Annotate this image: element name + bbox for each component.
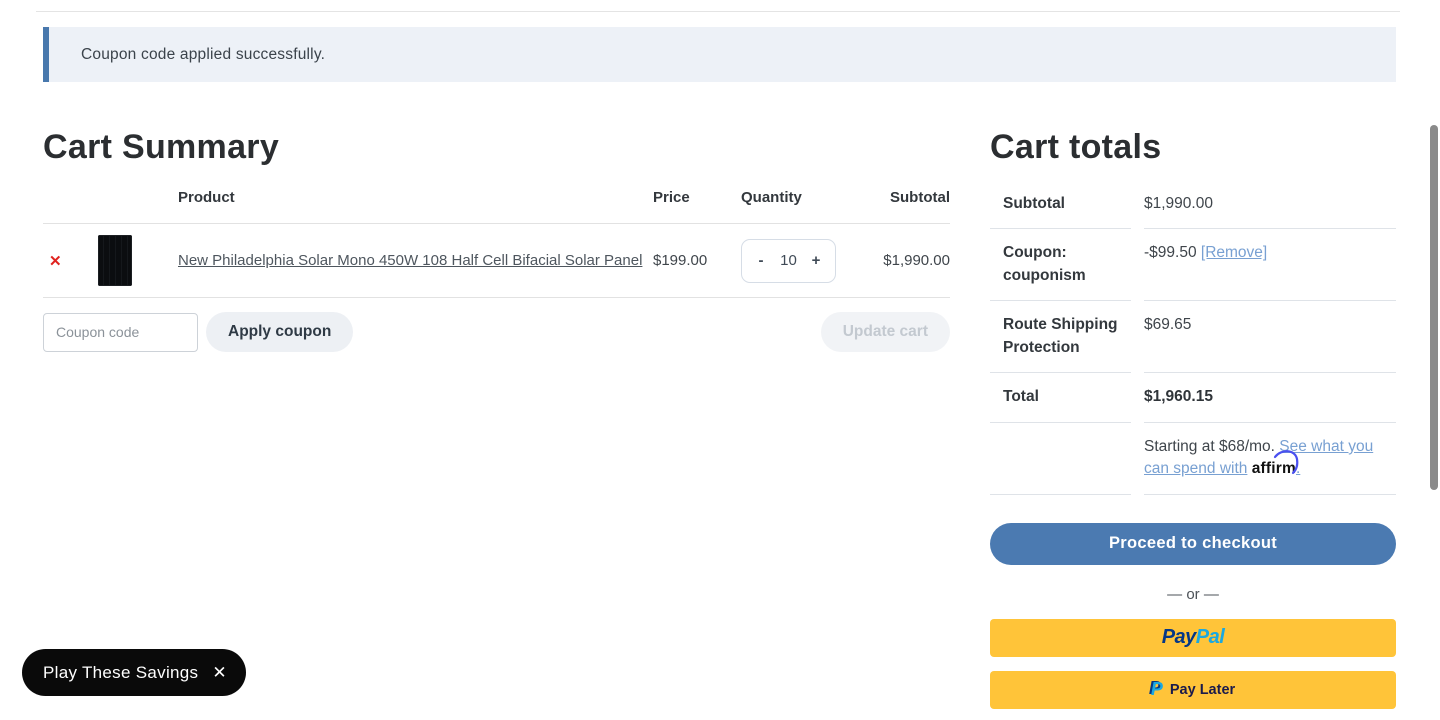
affirm-prefix: Starting at $68/mo. xyxy=(1144,438,1279,455)
shipping-row: Route Shipping Protection $69.65 xyxy=(990,301,1396,373)
quantity-increase-button[interactable]: + xyxy=(809,252,823,269)
cart-totals-table: Subtotal $1,990.00 Coupon: couponism -$9… xyxy=(990,180,1396,495)
affirm-message: Starting at $68/mo. See what you can spe… xyxy=(1144,423,1396,495)
coupon-label: Coupon: couponism xyxy=(990,229,1131,301)
coupon-success-banner: Coupon code applied successfully. xyxy=(43,27,1396,82)
cart-totals-section: Cart totals Subtotal $1,990.00 Coupon: c… xyxy=(990,82,1396,709)
subtotal-row: Subtotal $1,990.00 xyxy=(990,180,1396,229)
col-thumb-header xyxy=(98,173,178,224)
cart-totals-title: Cart totals xyxy=(990,128,1396,167)
item-subtotal: $1,990.00 xyxy=(863,224,950,298)
banner-message: Coupon code applied successfully. xyxy=(81,46,325,64)
savings-pill-label: Play These Savings xyxy=(43,663,198,683)
proceed-to-checkout-button[interactable]: Proceed to checkout xyxy=(990,523,1396,565)
paypal-pay-later-button[interactable]: P Pay Later xyxy=(990,671,1396,709)
paypal-logo: PayPal xyxy=(1162,626,1225,649)
update-cart-button[interactable]: Update cart xyxy=(821,312,950,352)
remove-item-icon[interactable]: ✕ xyxy=(43,250,68,272)
play-these-savings-pill[interactable]: Play These Savings ✕ xyxy=(22,649,246,696)
table-header-row: Product Price Quantity Subtotal xyxy=(43,173,950,224)
total-label: Total xyxy=(990,373,1131,422)
subtotal-value: $1,990.00 xyxy=(1144,180,1396,229)
coupon-row: Coupon: couponism -$99.50 [Remove] xyxy=(990,229,1396,301)
vertical-scrollbar[interactable] xyxy=(1430,125,1438,490)
col-quantity-header: Quantity xyxy=(741,173,863,224)
total-row: Total $1,960.15 xyxy=(990,373,1396,422)
close-icon[interactable]: ✕ xyxy=(212,663,226,683)
product-link[interactable]: New Philadelphia Solar Mono 450W 108 Hal… xyxy=(178,250,642,272)
affirm-arc-icon xyxy=(1273,449,1303,475)
subtotal-label: Subtotal xyxy=(990,180,1131,229)
cart-summary-section: Cart Summary Product Price Quantity Subt… xyxy=(43,82,950,709)
affirm-row: Starting at $68/mo. See what you can spe… xyxy=(990,423,1396,495)
coupon-discount: -$99.50 xyxy=(1144,244,1197,261)
pay-later-label: Pay Later xyxy=(1170,682,1235,698)
quantity-stepper: - + xyxy=(741,239,836,283)
paypal-button[interactable]: PayPal xyxy=(990,619,1396,657)
col-remove-header xyxy=(43,173,98,224)
quantity-input[interactable] xyxy=(772,252,806,269)
total-value: $1,960.15 xyxy=(1144,373,1396,422)
shipping-label: Route Shipping Protection xyxy=(990,301,1131,373)
or-separator: — or — xyxy=(990,586,1396,603)
coupon-code-input[interactable] xyxy=(43,313,198,352)
product-thumbnail[interactable] xyxy=(98,235,132,286)
remove-coupon-link[interactable]: [Remove] xyxy=(1201,244,1267,261)
cart-item-row: ✕ New Philadelphia Solar Mono 450W 108 H… xyxy=(43,224,950,298)
item-price: $199.00 xyxy=(653,224,741,298)
top-divider xyxy=(36,11,1400,12)
coupon-actions-row: Apply coupon Update cart xyxy=(43,312,950,352)
cart-summary-title: Cart Summary xyxy=(43,128,950,167)
cart-items-table: Product Price Quantity Subtotal ✕ New Ph… xyxy=(43,173,950,298)
col-subtotal-header: Subtotal xyxy=(863,173,950,224)
apply-coupon-button[interactable]: Apply coupon xyxy=(206,312,353,352)
paypal-mark-icon: P xyxy=(1151,679,1163,700)
coupon-value: -$99.50 [Remove] xyxy=(1144,229,1396,301)
main-content: Cart Summary Product Price Quantity Subt… xyxy=(43,82,1440,709)
col-product-header: Product xyxy=(178,173,653,224)
shipping-value: $69.65 xyxy=(1144,301,1396,373)
quantity-decrease-button[interactable]: - xyxy=(754,252,768,269)
col-price-header: Price xyxy=(653,173,741,224)
affirm-logo: affirm xyxy=(1252,458,1296,480)
